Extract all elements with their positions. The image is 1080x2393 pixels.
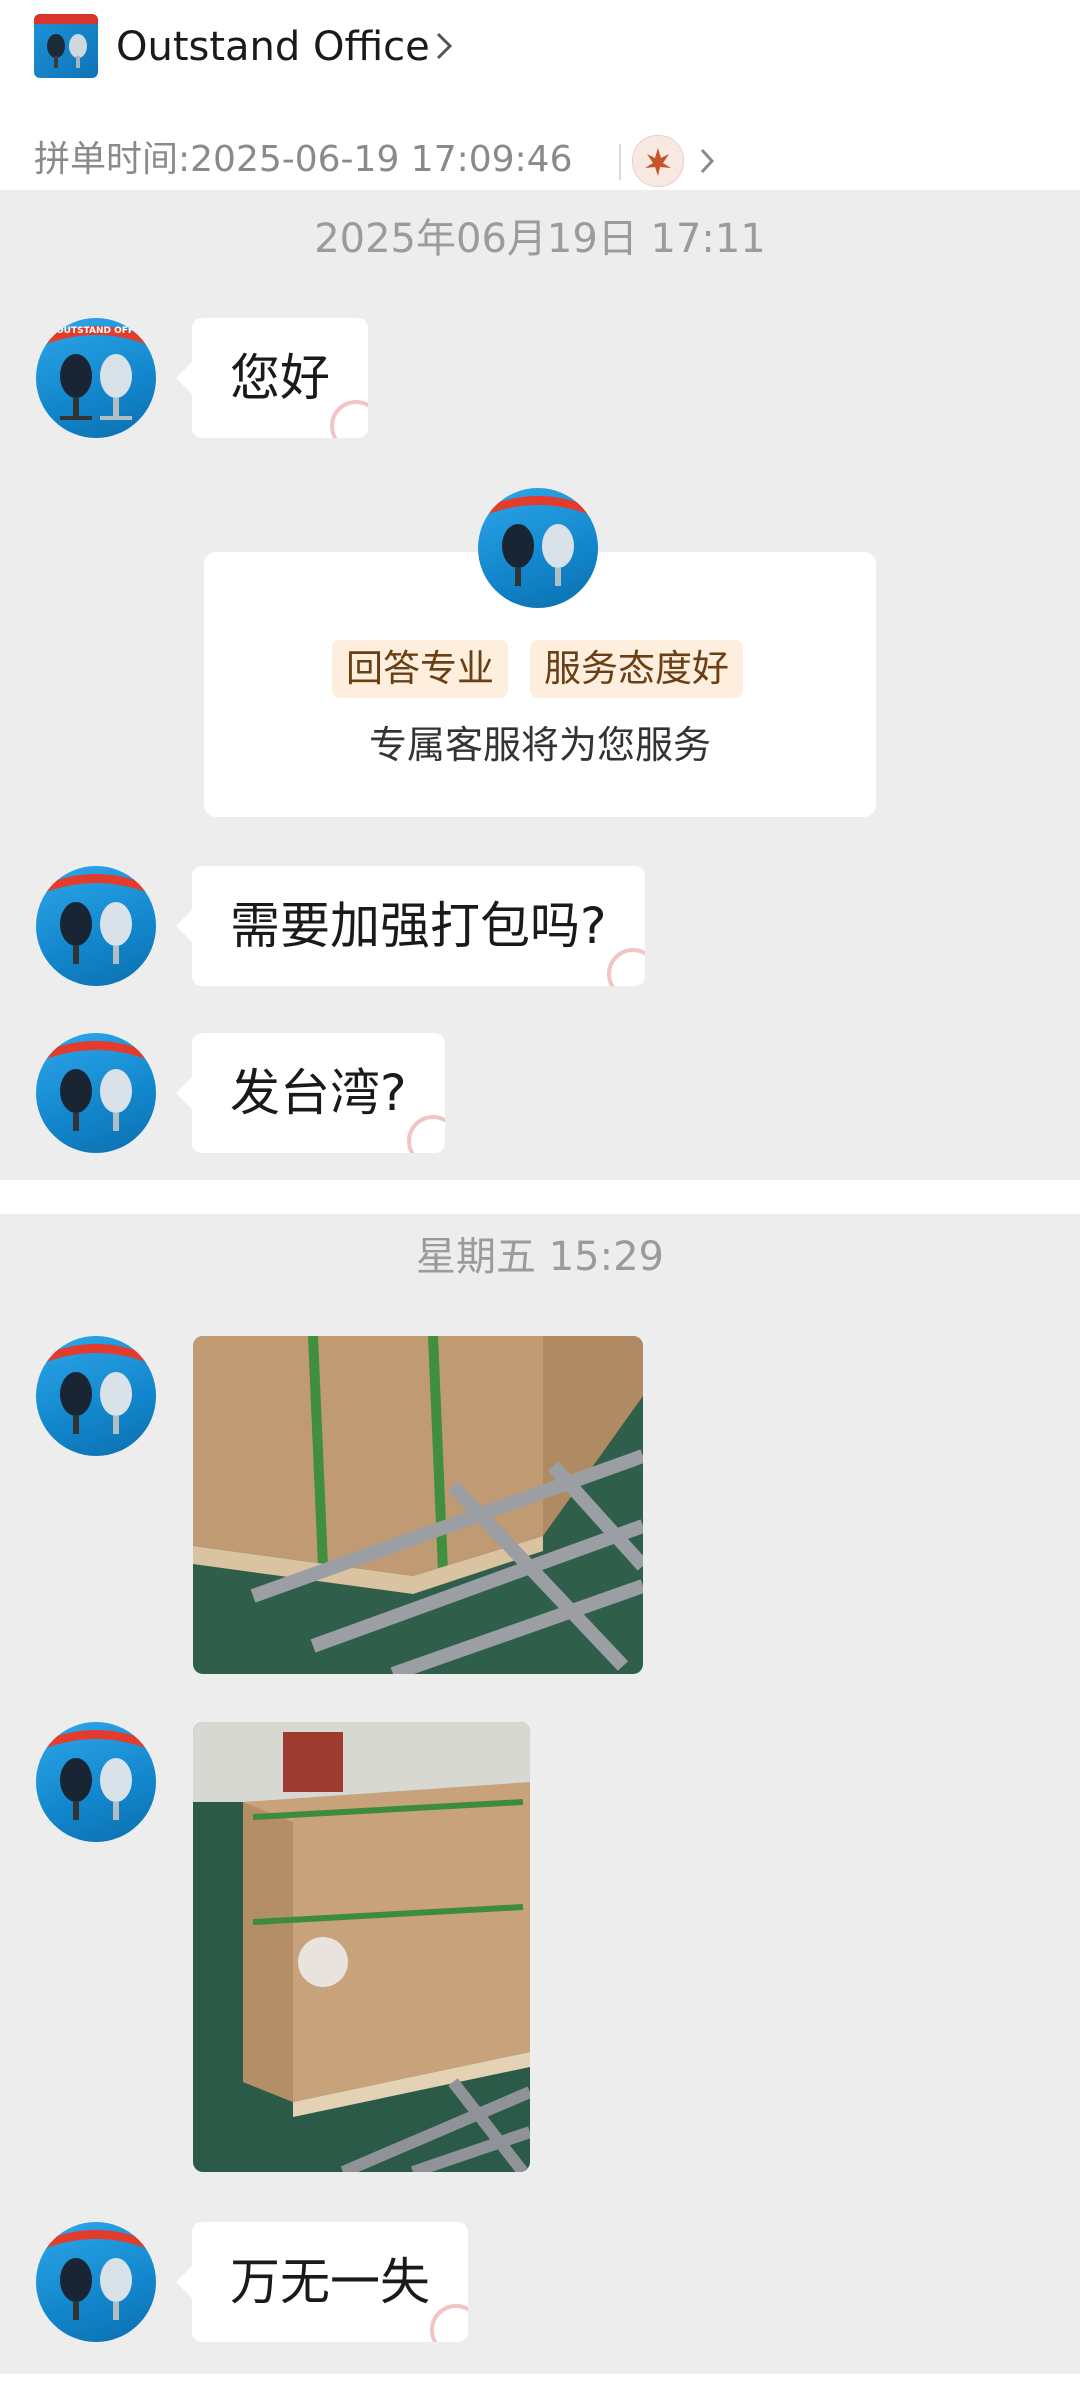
chevron-right-icon[interactable] (424, 26, 464, 66)
chairs-avatar-icon (488, 496, 588, 586)
package-photo (193, 1722, 530, 2172)
chairs-avatar-icon (46, 1041, 146, 1131)
service-tag: 服务态度好 (530, 640, 743, 698)
timestamp: 星期五 15:29 (416, 1234, 664, 1280)
message-bubble[interactable]: 您好 (176, 318, 368, 438)
bottom-band (0, 2374, 1080, 2393)
divider (619, 144, 621, 180)
chairs-avatar-icon (46, 1344, 146, 1434)
pin-stamp-icon (430, 2304, 468, 2342)
service-avatar[interactable] (478, 488, 598, 608)
order-time-value: 2025-06-19 17:09:46 (190, 139, 573, 180)
chairs-avatar-icon (46, 2230, 146, 2320)
avatar[interactable]: OUTSTAND OFFICE (36, 318, 156, 438)
message-text: 您好 (230, 349, 330, 407)
chairs-avatar-icon (46, 874, 146, 964)
pin-stamp-icon (606, 948, 645, 986)
message-bubble[interactable]: 发台湾? (176, 1033, 445, 1153)
service-tag: 回答专业 (332, 640, 508, 698)
store-name[interactable]: Outstand Office (116, 20, 430, 74)
avatar[interactable] (36, 1722, 156, 1842)
avatar[interactable] (36, 2222, 156, 2342)
chat-header: Outstand Office 拼单时间:2025-06-19 17:09:46 (0, 0, 1080, 190)
message-photo[interactable] (193, 1336, 643, 1674)
message-text: 发台湾? (230, 1064, 407, 1122)
message-text: 需要加强打包吗? (230, 897, 607, 955)
chair-icon (34, 14, 98, 68)
pin-stamp-icon (330, 400, 368, 438)
product-icon (645, 148, 671, 176)
chairs-avatar-icon (46, 1730, 146, 1820)
avatar[interactable] (36, 1336, 156, 1456)
service-card-text: 专属客服将为您服务 (368, 723, 711, 767)
chairs-avatar-icon (46, 326, 146, 420)
message-text: 万无一失 (230, 2253, 430, 2311)
avatar-banner-text: OUTSTAND OFFICE (56, 326, 151, 336)
pin-stamp-icon (406, 1115, 445, 1153)
avatar[interactable] (36, 866, 156, 986)
store-logo[interactable] (34, 14, 98, 78)
message-photo[interactable] (193, 1722, 530, 2172)
order-product-thumbnail[interactable] (632, 135, 684, 187)
message-bubble[interactable]: 万无一失 (176, 2222, 468, 2342)
order-time-label: 拼单时间: (34, 139, 191, 180)
package-photo (193, 1336, 643, 1674)
avatar[interactable] (36, 1033, 156, 1153)
order-time: 拼单时间:2025-06-19 17:09:46 (34, 136, 572, 184)
order-chevron-icon[interactable] (690, 144, 724, 178)
section-divider (0, 1180, 1080, 1214)
timestamp: 2025年06月19日 17:11 (314, 216, 766, 262)
message-bubble[interactable]: 需要加强打包吗? (176, 866, 645, 986)
